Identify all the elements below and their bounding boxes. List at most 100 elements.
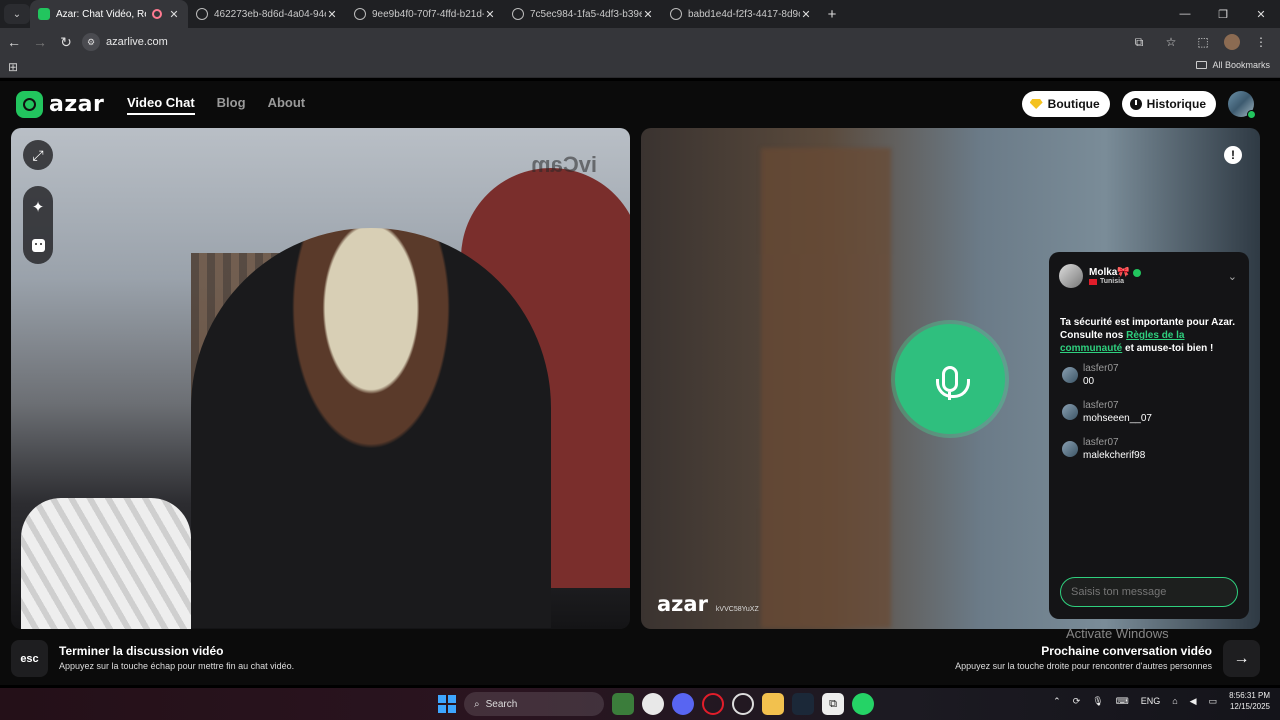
search-icon: ⌕ [474,698,480,710]
video-scene-chair [21,498,191,629]
bookmarks-bar: ⊞ All Bookmarks [0,56,1280,78]
mic-tray-icon[interactable]: 🎙 [1092,696,1103,707]
boutique-button[interactable]: Boutique [1021,91,1110,117]
apps-grid-icon[interactable]: ⊞ [8,60,18,74]
windows-start-icon[interactable] [438,695,456,713]
next-chat-subtitle: Appuyez sur la touche droite pour rencon… [955,661,1212,671]
reload-icon[interactable]: ↻ [54,30,78,54]
end-chat-subtitle: Appuyez sur la touche échap pour mettre … [59,661,295,671]
globe-icon [670,8,682,20]
azar-logo[interactable]: azar [16,91,104,118]
url-text: azarlive.com [106,36,168,48]
close-tab-icon[interactable]: ✕ [800,8,812,21]
list-item: lasfer07 malekcherif98 [1062,436,1242,463]
sync-icon[interactable]: ⟳ [1073,696,1081,707]
steam-icon[interactable] [792,693,814,715]
user-avatar[interactable] [1228,91,1256,119]
close-tab-icon[interactable]: ✕ [326,8,338,21]
watermark-logo: azar [657,592,708,616]
esc-key-button[interactable]: esc [11,640,48,677]
tab-title: Azar: Chat Vidéo, Rencontr [56,8,146,20]
partner-avatar[interactable] [1059,264,1083,288]
battery-icon[interactable]: ▭ [1209,696,1218,707]
verified-icon [1132,268,1141,277]
opera-icon[interactable] [702,693,724,715]
obs-icon[interactable] [732,693,754,715]
face-filter-icon[interactable] [31,239,45,253]
clock-time: 8:56:31 PM [1229,691,1270,700]
next-chat-hint: Prochaine conversation vidéo Appuyez sur… [955,644,1212,671]
report-icon[interactable]: ! [1224,146,1242,164]
toolbar-right: ⧉ ☆ ⬚ ⋮ [1128,28,1272,56]
whatsapp-icon[interactable] [852,693,874,715]
clock-date: 12/15/2025 [1229,702,1270,711]
online-badge [1247,110,1256,119]
forward-icon[interactable]: → [28,30,52,54]
minimize-icon[interactable]: — [1166,0,1204,28]
microphone-button[interactable] [895,324,1005,434]
volume-icon[interactable]: ◀ [1190,696,1197,707]
taskbar-search[interactable]: ⌕ Search [464,692,604,716]
globe-icon [354,8,366,20]
language-indicator[interactable]: ENG [1141,696,1161,706]
tab-5[interactable]: babd1e4d-f2f3-4417-8d9c-f6f6 ✕ [662,0,820,28]
chrome-icon[interactable] [642,693,664,715]
safety-suffix: et amuse-toi bien ! [1122,343,1214,354]
nav-about[interactable]: About [268,95,306,115]
network-icon[interactable]: ⌂ [1172,696,1177,706]
main-nav: Video Chat Blog About [127,95,305,115]
tab-title: 9ee9b4f0-70f7-4ffd-b21d-676c [372,8,484,20]
close-tab-icon[interactable]: ✕ [168,8,180,21]
next-arrow-button[interactable]: → [1223,640,1260,677]
tab-2[interactable]: 462273eb-8d6d-4a04-94e8-f5a ✕ [188,0,346,28]
bookmark-star-icon[interactable]: ☆ [1160,35,1182,49]
file-explorer-icon[interactable] [612,693,634,715]
list-item: lasfer07 00 [1062,362,1242,389]
azar-logo-icon [16,91,43,118]
taskbar-search-label: Search [485,698,518,710]
collapse-chevron-icon[interactable]: ⌄ [1228,270,1237,283]
historique-button[interactable]: Historique [1121,91,1216,117]
effects-toolbar: ✦ [23,186,53,264]
tab-3[interactable]: 9ee9b4f0-70f7-4ffd-b21d-676c ✕ [346,0,504,28]
new-tab-button[interactable]: + [820,6,844,23]
resize-video-icon[interactable]: ⤢ [23,140,53,170]
message-text: mohseeen__07 [1083,413,1152,424]
message-input[interactable] [1071,586,1221,598]
tab-search-chevron-icon[interactable]: ⌄ [4,4,30,24]
tab-4[interactable]: 7c5ec984-1fa5-4df3-b39e-1adf ✕ [504,0,662,28]
discord-icon[interactable] [672,693,694,715]
all-bookmarks-button[interactable]: All Bookmarks [1196,60,1270,70]
globe-icon [512,8,524,20]
profile-avatar[interactable] [1224,34,1240,50]
end-chat-title: Terminer la discussion vidéo [59,644,224,658]
message-input-box[interactable] [1060,577,1238,607]
message-avatar [1062,367,1078,383]
tab-azar[interactable]: Azar: Chat Vidéo, Rencontr ✕ [30,0,188,28]
extensions-icon[interactable]: ⬚ [1192,35,1214,49]
keyboard-icon[interactable]: ⌨ [1116,696,1129,707]
omnibox[interactable]: ⚙ azarlive.com [80,31,1140,53]
close-window-icon[interactable]: ✕ [1242,0,1280,28]
message-user: lasfer07 [1083,363,1119,374]
nav-video-chat[interactable]: Video Chat [127,95,195,115]
back-icon[interactable]: ← [2,30,26,54]
kebab-menu-icon[interactable]: ⋮ [1250,35,1272,49]
folder-icon[interactable] [762,693,784,715]
chat-panel: Molka🎀 Tunisia ⌄ Ta sécurité est importa… [1049,252,1249,619]
logo-text: azar [49,92,105,117]
end-chat-hint: Terminer la discussion vidéo Appuyez sur… [59,644,294,671]
close-tab-icon[interactable]: ✕ [484,8,496,21]
taskbar-clock[interactable]: 8:56:31 PM 12/15/2025 [1229,690,1270,712]
tab-title: babd1e4d-f2f3-4417-8d9c-f6f6 [688,8,800,20]
site-info-icon[interactable]: ⚙ [82,33,100,51]
restore-icon[interactable]: ❐ [1204,0,1242,28]
sparkle-effects-icon[interactable]: ✦ [32,198,45,216]
capcut-icon[interactable]: ⧉ [822,693,844,715]
nav-blog[interactable]: Blog [217,95,246,115]
install-app-icon[interactable]: ⧉ [1128,35,1150,50]
chat-partner-header[interactable]: Molka🎀 Tunisia [1059,264,1141,288]
close-tab-icon[interactable]: ✕ [642,8,654,21]
chevron-up-icon[interactable]: ⌃ [1053,696,1061,707]
tunisia-flag-icon [1089,278,1097,285]
